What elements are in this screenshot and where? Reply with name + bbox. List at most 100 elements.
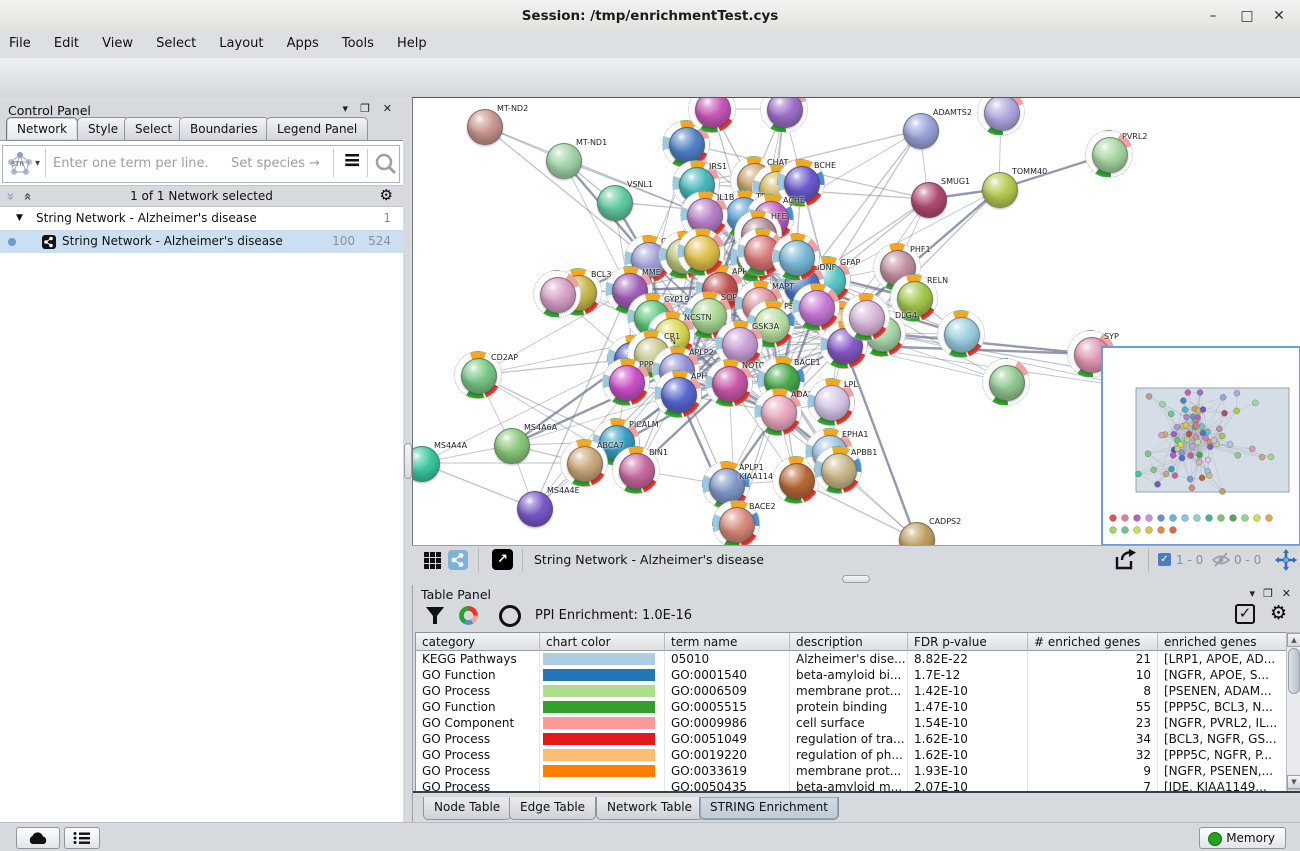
task-history-button[interactable]: [64, 827, 100, 849]
network-node[interactable]: [567, 446, 603, 482]
ring-chart-icon[interactable]: [499, 605, 521, 627]
network-node[interactable]: [609, 365, 645, 401]
close-panel-icon[interactable]: ✕: [383, 102, 392, 115]
column-header-color[interactable]: chart color: [540, 633, 665, 651]
menu-file[interactable]: File: [0, 32, 40, 51]
string-search-icon[interactable]: [375, 153, 397, 175]
chart-settings-icon[interactable]: [459, 606, 478, 625]
column-header-genes[interactable]: enriched genes: [1158, 633, 1287, 651]
network-node[interactable]: [1092, 137, 1128, 173]
tab-select[interactable]: Select: [124, 117, 183, 140]
memory-button[interactable]: Memory: [1199, 827, 1286, 849]
pan-navigate-icon[interactable]: [1274, 548, 1298, 572]
tab-network[interactable]: Network: [6, 117, 78, 140]
minimize-button[interactable]: –: [1198, 0, 1228, 32]
network-node[interactable]: [799, 290, 835, 326]
column-header-description[interactable]: description: [790, 633, 908, 651]
table-row[interactable]: KEGG Pathways05010Alzheimer's dise...8.8…: [416, 651, 1287, 668]
enrichment-table[interactable]: categorychart colorterm namedescriptionF…: [415, 632, 1288, 792]
string-logo-icon[interactable]: STR: [7, 151, 33, 177]
network-node[interactable]: [597, 185, 633, 221]
network-node[interactable]: [669, 127, 705, 163]
table-row[interactable]: GO FunctionGO:0005515protein binding1.47…: [416, 699, 1287, 716]
scroll-down-icon[interactable]: ▼: [1287, 775, 1300, 789]
cloud-tasks-button[interactable]: [16, 827, 60, 849]
table-row[interactable]: GO ProcessGO:0033619membrane prot...1.93…: [416, 763, 1287, 780]
expand-all-icon[interactable]: »: [21, 192, 36, 200]
network-collection-row[interactable]: ▼ String Network - Alzheimer's disease 1: [0, 207, 403, 230]
open-in-window-icon[interactable]: ↗: [492, 549, 513, 570]
menu-apps[interactable]: Apps: [278, 32, 328, 51]
table-row[interactable]: GO FunctionGO:0001540beta-amyloid bi...1…: [416, 667, 1287, 684]
birds-eye-view[interactable]: [1101, 346, 1300, 546]
network-node[interactable]: [719, 507, 755, 543]
network-node[interactable]: [944, 317, 980, 353]
network-node[interactable]: [761, 395, 797, 431]
close-button[interactable]: ✕: [1264, 0, 1294, 32]
string-species-label[interactable]: Set species →: [231, 156, 320, 171]
network-node[interactable]: [461, 358, 497, 394]
network-node[interactable]: [546, 143, 582, 179]
network-node[interactable]: [661, 377, 697, 413]
network-node[interactable]: [494, 428, 530, 464]
vertical-splitter[interactable]: [404, 97, 412, 822]
close-panel-icon[interactable]: ✕: [1282, 587, 1291, 600]
menu-help[interactable]: Help: [388, 32, 436, 51]
column-header-category[interactable]: category: [416, 633, 540, 651]
network-row-selected[interactable]: String Network - Alzheimer's disease 100…: [0, 230, 403, 253]
maximize-button[interactable]: □: [1232, 0, 1262, 32]
column-header-fdr[interactable]: FDR p-value: [908, 633, 1028, 651]
scroll-up-icon[interactable]: ▲: [1287, 633, 1300, 647]
network-node[interactable]: [779, 463, 815, 499]
network-node[interactable]: [779, 240, 815, 276]
table-row[interactable]: GO ProcessGO:0019220regulation of ph...1…: [416, 747, 1287, 764]
float-panel-icon[interactable]: ❐: [1263, 587, 1273, 600]
horizontal-splitter[interactable]: [412, 573, 1300, 585]
panel-menu-icon[interactable]: ▾: [1249, 587, 1255, 600]
column-header-term[interactable]: term name: [665, 633, 790, 651]
network-options-gear-icon[interactable]: ⚙: [380, 186, 393, 204]
panel-menu-icon[interactable]: ▾: [342, 102, 348, 115]
menu-select[interactable]: Select: [147, 32, 205, 51]
string-search-bar[interactable]: STR ▾ Enter one term per line. Set speci…: [2, 145, 400, 183]
menu-edit[interactable]: Edit: [45, 32, 88, 51]
network-node[interactable]: [517, 491, 553, 527]
tab-edge-table[interactable]: Edge Table: [509, 797, 596, 820]
table-row[interactable]: GO ProcessGO:0006509membrane prot...1.42…: [416, 683, 1287, 700]
tab-node-table[interactable]: Node Table: [423, 797, 511, 820]
table-row[interactable]: GO ProcessGO:0051049regulation of tra...…: [416, 731, 1287, 748]
tab-network-table[interactable]: Network Table: [596, 797, 703, 820]
network-node[interactable]: [982, 172, 1018, 208]
network-node[interactable]: [540, 277, 576, 313]
filter-icon[interactable]: [425, 606, 445, 626]
column-header-count[interactable]: # enriched genes: [1028, 633, 1158, 651]
network-node[interactable]: [849, 300, 885, 336]
scrollbar-thumb[interactable]: [1288, 648, 1300, 694]
string-options-icon[interactable]: ≡: [343, 148, 361, 173]
network-view[interactable]: MT-ND2MT-ND1VSNL1GAB2ADAMTS2PVRL2TOMM40S…: [412, 97, 1300, 546]
table-settings-gear-icon[interactable]: ⚙: [1270, 602, 1287, 624]
menu-layout[interactable]: Layout: [210, 32, 272, 51]
network-node[interactable]: [684, 235, 720, 271]
string-query-placeholder[interactable]: Enter one term per line.: [53, 156, 209, 171]
table-row[interactable]: GO ComponentGO:0009986cell surface1.54E-…: [416, 715, 1287, 732]
tab-string-enrichment[interactable]: STRING Enrichment: [699, 797, 839, 820]
network-node[interactable]: [903, 113, 939, 149]
menu-tools[interactable]: Tools: [333, 32, 383, 51]
tab-legend-panel[interactable]: Legend Panel: [266, 117, 368, 140]
select-all-checkbox-icon[interactable]: ✓: [1235, 604, 1255, 624]
table-scrollbar[interactable]: ▲ ▼: [1286, 632, 1300, 790]
tab-style[interactable]: Style: [77, 117, 129, 140]
network-node[interactable]: [989, 365, 1025, 401]
network-node[interactable]: [821, 453, 857, 489]
network-node[interactable]: [467, 109, 503, 145]
splitter-handle[interactable]: [404, 443, 412, 479]
network-node[interactable]: [911, 182, 947, 218]
tab-boundaries[interactable]: Boundaries: [179, 117, 269, 140]
splitter-handle[interactable]: [842, 575, 870, 583]
export-network-icon[interactable]: [1114, 549, 1138, 571]
float-panel-icon[interactable]: ❐: [360, 102, 370, 115]
string-source-caret-icon[interactable]: ▾: [35, 158, 40, 169]
menu-view[interactable]: View: [93, 32, 142, 51]
grid-view-icon[interactable]: [424, 552, 441, 569]
